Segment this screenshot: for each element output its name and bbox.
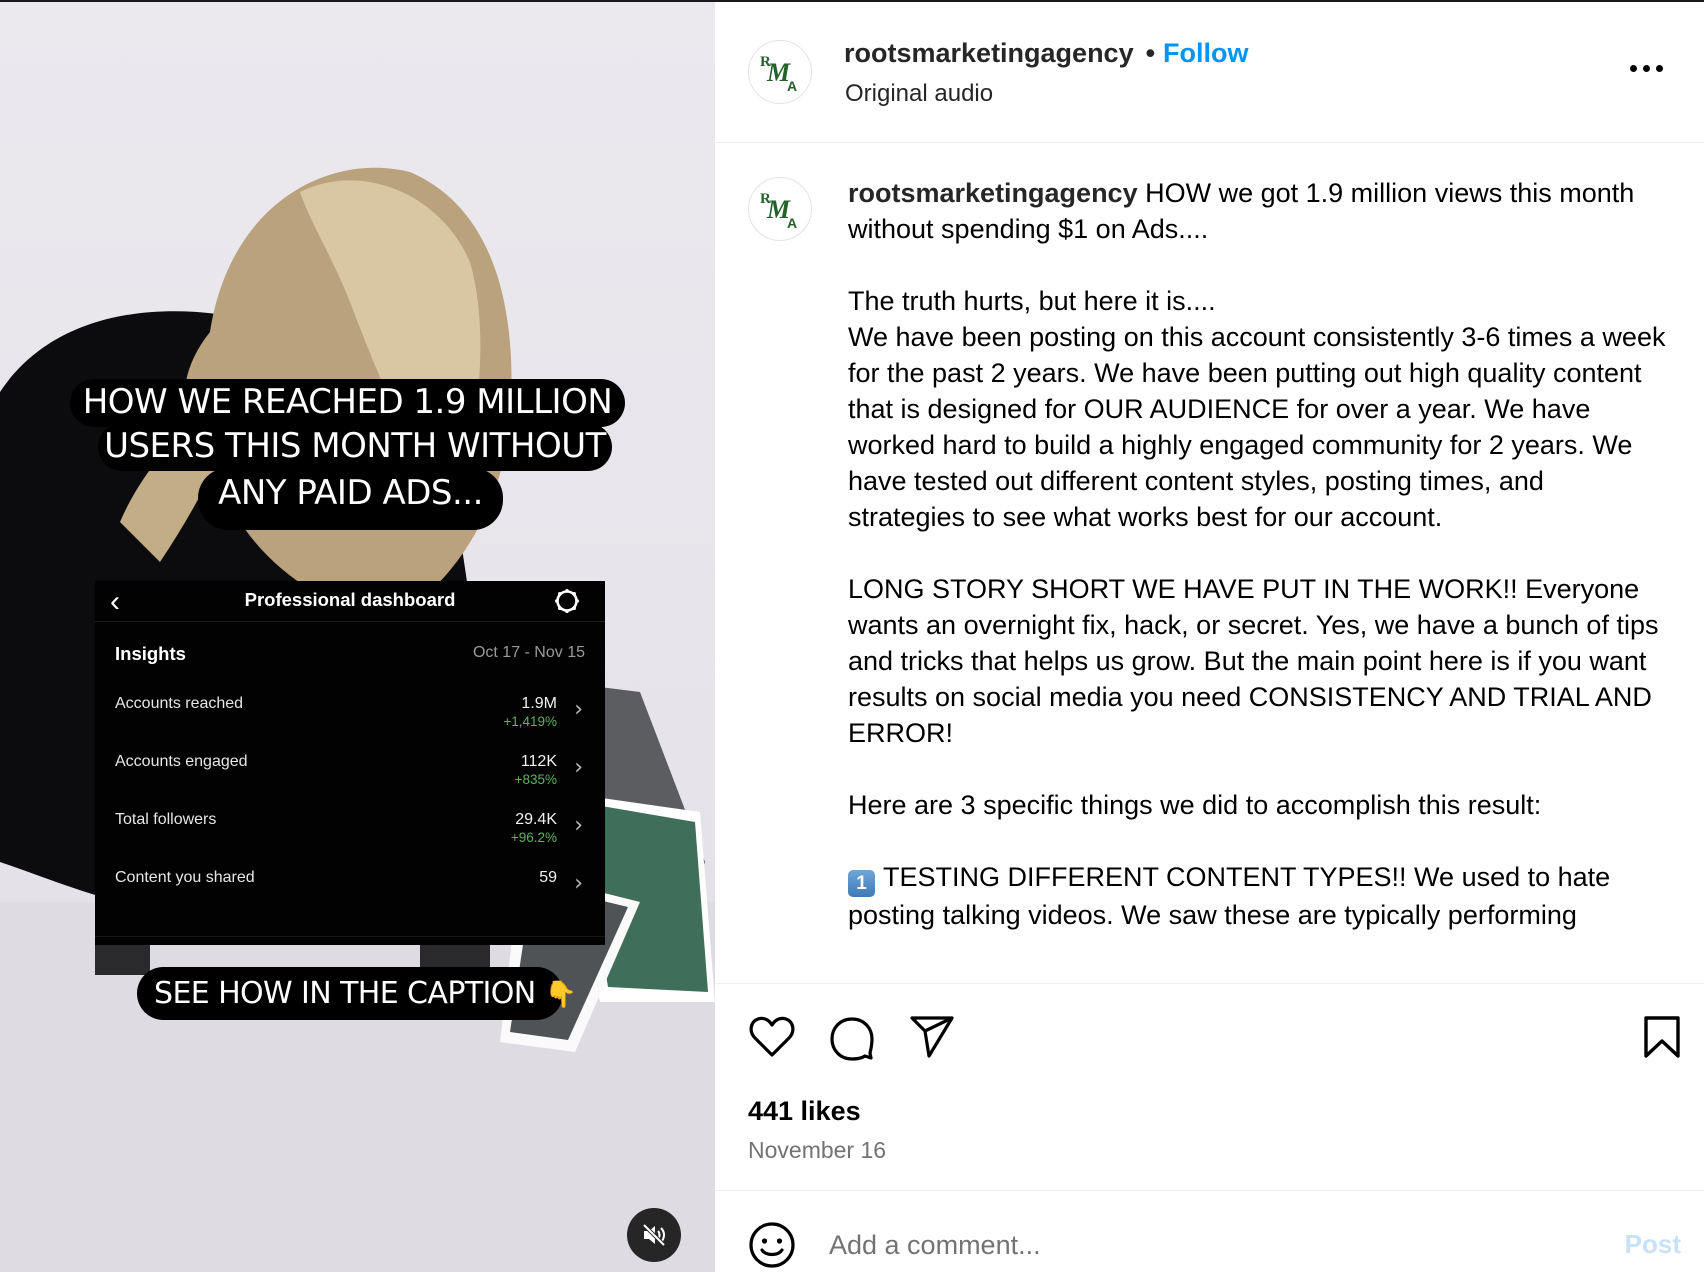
emoji-picker-icon[interactable] xyxy=(748,1221,796,1269)
dashboard-screenshot-overlay: ‹ Professional dashboard Insights Oct 17… xyxy=(95,581,605,945)
comment-composer: Post xyxy=(715,1190,1704,1272)
share-icon[interactable] xyxy=(908,1015,956,1059)
caption-paragraph: LONG STORY SHORT WE HAVE PUT IN THE WORK… xyxy=(848,574,1659,748)
speaker-muted-icon xyxy=(642,1223,666,1247)
post-caption: rootsmarketingagency HOW we got 1.9 mill… xyxy=(848,175,1668,933)
post-date[interactable]: November 16 xyxy=(748,1137,886,1164)
insight-value: 59 xyxy=(539,869,557,886)
insight-row-total-followers: Total followers 29.4K +96.2% › xyxy=(95,755,605,845)
follow-button[interactable]: Follow xyxy=(1163,38,1248,68)
dashboard-title: Professional dashboard xyxy=(244,589,456,610)
svg-text:A: A xyxy=(787,215,797,231)
caption-author-avatar[interactable]: R M A xyxy=(748,177,812,241)
caption-paragraph: Here are 3 specific things we did to acc… xyxy=(848,790,1542,820)
more-options-button[interactable] xyxy=(1630,62,1666,76)
mute-toggle-button[interactable] xyxy=(627,1208,681,1262)
post-comment-button[interactable]: Post xyxy=(1625,1229,1681,1260)
dashboard-divider xyxy=(95,936,605,937)
rma-logo-icon: R M A xyxy=(760,191,797,231)
chevron-right-icon: › xyxy=(574,871,583,896)
insight-row-content-shared: Content you shared 59 › xyxy=(95,813,605,895)
insight-row-accounts-engaged: Accounts engaged 112K +835% › xyxy=(95,697,605,787)
insight-label: Content you shared xyxy=(115,869,255,886)
likes-count[interactable]: 441 likes xyxy=(748,1096,861,1127)
reel-video[interactable]: HOW WE REACHED 1.9 MILLION USERS THIS MO… xyxy=(0,2,715,1272)
rma-logo-icon: R M A xyxy=(760,54,797,94)
overlay-headline-line-2: USERS THIS MONTH WITHOUT xyxy=(98,423,612,471)
settings-gear-icon xyxy=(555,589,579,613)
overlay-cta-text: SEE HOW IN THE CAPTION xyxy=(154,976,536,1011)
post-sidebar: R M A rootsmarketingagency • Follow Origin… xyxy=(715,2,1704,1272)
post-actions: 441 likes November 16 xyxy=(715,983,1704,1190)
caption-list-item: TESTING DIFFERENT CONTENT TYPES!! We use… xyxy=(848,862,1611,930)
insight-row-accounts-reached: Accounts reached 1.9M +1,419% › xyxy=(95,639,605,729)
more-dot-icon xyxy=(1656,65,1663,72)
author-line: rootsmarketingagency • Follow xyxy=(844,38,1249,69)
caption-paragraph: We have been posting on this account con… xyxy=(848,322,1666,532)
separator-dot: • xyxy=(1145,38,1156,68)
post-header: R M A rootsmarketingagency • Follow Origin… xyxy=(715,2,1704,143)
pointing-down-icon: 👇 xyxy=(544,980,577,1010)
comment-input[interactable] xyxy=(829,1225,1589,1265)
heart-icon[interactable] xyxy=(748,1015,796,1059)
author-username-link[interactable]: rootsmarketingagency xyxy=(844,38,1134,68)
comment-icon[interactable] xyxy=(828,1015,876,1061)
keycap-one-icon: 1 xyxy=(848,870,875,897)
caption-scroll-area[interactable]: R M A rootsmarketingagency HOW we got 1.… xyxy=(715,143,1704,984)
dashboard-header: ‹ Professional dashboard xyxy=(95,581,605,622)
overlay-headline-line-1: HOW WE REACHED 1.9 MILLION xyxy=(70,379,625,427)
more-dot-icon xyxy=(1630,65,1637,72)
bookmark-icon[interactable] xyxy=(1642,1015,1682,1059)
overlay-headline-line-3: ANY PAID ADS... xyxy=(198,468,503,530)
caption-paragraph: The truth hurts, but here it is.... xyxy=(848,286,1216,316)
audio-link[interactable]: Original audio xyxy=(845,80,993,108)
caption-username-link[interactable]: rootsmarketingagency xyxy=(848,178,1138,208)
author-avatar[interactable]: R M A xyxy=(748,40,812,104)
overlay-cta: SEE HOW IN THE CAPTION 👇 xyxy=(137,967,577,1020)
svg-text:A: A xyxy=(787,78,797,94)
more-dot-icon xyxy=(1643,65,1650,72)
